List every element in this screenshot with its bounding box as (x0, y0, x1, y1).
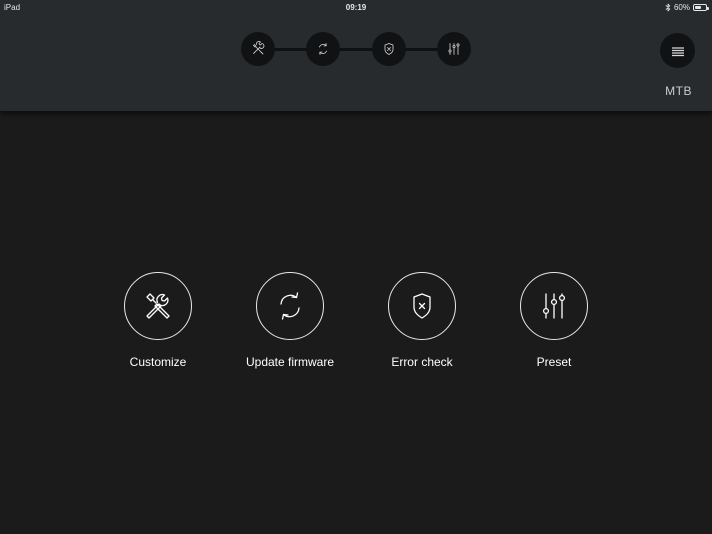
error-shield-icon (384, 43, 394, 55)
customize-action[interactable]: Customize (88, 272, 228, 369)
customize-tools-icon (253, 41, 265, 55)
menu-button[interactable] (660, 33, 695, 68)
step-preset[interactable] (437, 32, 471, 66)
preset-label: Preset (536, 355, 572, 369)
error-check-label: Error check (391, 355, 453, 369)
customize-tools-icon (146, 293, 170, 319)
customize-label: Customize (129, 355, 187, 369)
battery-percent: 60% (673, 3, 690, 12)
bluetooth-icon (665, 3, 671, 12)
step-update-firmware[interactable] (306, 32, 340, 66)
menu-icon (671, 46, 684, 56)
mode-label: MTB (665, 84, 692, 98)
update-firmware-label: Update firmware (245, 355, 335, 369)
status-bar: iPad 09:19 60% (0, 0, 712, 15)
preset-sliders-icon (448, 43, 460, 55)
error-shield-icon (413, 293, 431, 319)
status-time: 09:19 (345, 3, 367, 12)
app-screen: iPad 09:19 60% MTB Customize Update firm… (0, 0, 712, 534)
error-check-button[interactable] (388, 272, 456, 340)
process-stepper (241, 32, 471, 66)
customize-button[interactable] (124, 272, 192, 340)
update-sync-icon (280, 292, 300, 320)
preset-action[interactable]: Preset (484, 272, 624, 369)
update-sync-icon (319, 43, 327, 55)
step-customize[interactable] (241, 32, 275, 66)
status-right: 60% (665, 2, 709, 13)
step-error-check[interactable] (372, 32, 406, 66)
preset-sliders-icon (542, 293, 566, 319)
battery-tip (707, 6, 709, 10)
update-firmware-button[interactable] (256, 272, 324, 340)
error-check-action[interactable]: Error check (352, 272, 492, 369)
update-firmware-action[interactable]: Update firmware (220, 272, 360, 369)
battery-icon (693, 4, 709, 11)
preset-button[interactable] (520, 272, 588, 340)
stepper-connector-line (258, 47, 454, 51)
battery-level-fill (695, 6, 701, 9)
top-header: iPad 09:19 60% MTB (0, 0, 712, 111)
